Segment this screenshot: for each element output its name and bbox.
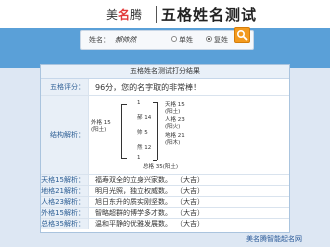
logo-prefix: 美 [106,8,119,22]
dige: 地格 21 (阳木) [165,133,185,146]
radio-single-surname-label: 单姓 [179,36,193,44]
analysis-text: 明月光照，独立权威数。 （大吉） [95,186,204,196]
char3: 然 12 [137,145,152,151]
logo-divider [156,6,157,23]
analysis-row: 总格35解析： 温和平静的优雅发展数。 （大吉） [41,219,289,229]
char2: 帅 5 [137,130,148,136]
analysis-tag: （大吉） [176,220,204,228]
result-title: 五格姓名测试打分结果 [41,65,289,79]
structure-label: 结构解析： [41,96,89,174]
bottom-number: 1 [137,155,141,161]
name-input[interactable]: 郝帅然 [115,35,136,45]
analysis-row: 地格21解析： 明月光照，独立权威数。 （大吉） [41,186,289,197]
analysis-row: 人格23解析： 旭日东升的质实刚坚数。 （大吉） [41,197,289,208]
radio-compound-surname-label: 复姓 [214,36,228,44]
score-label: 五格评分： [41,79,89,95]
analysis-desc: 明月光照，独立权威数。 [95,187,172,195]
analysis-desc: 温和平静的优雅发展数。 [95,220,172,228]
analysis-label: 地格21解析： [41,186,89,196]
name-label: 姓名： [89,36,110,44]
char1: 郝 14 [137,115,152,121]
logo-mid: 名 [118,8,131,22]
analysis-row: 天格15解析： 福寿双全的立身兴家数。 （大吉） [41,175,289,186]
bracket-right-top [153,102,157,103]
analysis-text: 旭日东升的质实刚坚数。 （大吉） [95,197,204,207]
score-value: 96分，您的名字取的非常棒！ [95,82,202,92]
bracket-left-top [121,104,127,105]
header-bar: 美名腾 五格姓名测试 [0,0,330,28]
logo-suffix: 腾 [130,8,143,22]
analysis-label: 总格35解析： [41,219,89,229]
analysis-text: 智略超群的博学多才数。 （大吉） [95,208,204,218]
structure-diagram: 外格 15 (阳土) 1 郝 14 帅 5 然 12 1 天格 15 (阳土) 人格… [89,96,289,174]
analysis-desc: 智略超群的博学多才数。 [95,209,172,217]
bracket-right-bottom [153,160,157,161]
bracket-left-line [121,104,122,158]
result-panel: 五格姓名测试打分结果 五格评分： 96分，您的名字取的非常棒！ 结构解析： 外格… [40,64,290,233]
zongge: 总格 35(阳土) [143,164,179,170]
radio-compound-surname[interactable] [206,36,212,42]
tiange: 天格 15 (阳土) [165,102,185,115]
radio-single-surname[interactable] [171,36,177,42]
structure-row: 结构解析： 外格 15 (阳土) 1 郝 14 帅 5 然 12 1 天格 15(… [41,96,289,175]
bracket-right-line [157,102,158,160]
analysis-label: 外格15解析： [41,208,89,218]
bracket-left-bottom [121,158,127,159]
site-logo[interactable]: 美名腾 [106,6,142,23]
analysis-row: 外格15解析： 智略超群的博学多才数。 （大吉） [41,208,289,219]
analysis-tag: （大吉） [176,209,204,217]
analysis-desc: 福寿双全的立身兴家数。 [95,176,172,184]
renge: 人格 23 (阳火) [165,117,185,130]
analysis-label: 天格15解析： [41,175,89,185]
footer-link[interactable]: 美名腾智能起名网 [246,234,302,244]
analysis-tag: （大吉） [176,176,204,184]
analysis-label: 人格23解析： [41,197,89,207]
analysis-desc: 旭日东升的质实刚坚数。 [95,198,172,206]
search-icon [236,29,248,41]
search-strip: 姓名： 郝帅然 单姓 复姓 [0,28,330,68]
analysis-text: 温和平静的优雅发展数。 （大吉） [95,219,204,229]
analysis-tag: （大吉） [176,187,204,195]
analysis-text: 福寿双全的立身兴家数。 （大吉） [95,175,204,185]
analysis-tag: （大吉） [176,198,204,206]
score-row: 五格评分： 96分，您的名字取的非常棒！ [41,79,289,96]
page-title: 五格姓名测试 [161,6,258,24]
outer-grid: 外格 15 (阳土) [91,120,111,133]
top-number: 1 [137,100,141,106]
search-form: 姓名： 郝帅然 单姓 复姓 [80,30,254,50]
search-button[interactable] [234,27,250,43]
